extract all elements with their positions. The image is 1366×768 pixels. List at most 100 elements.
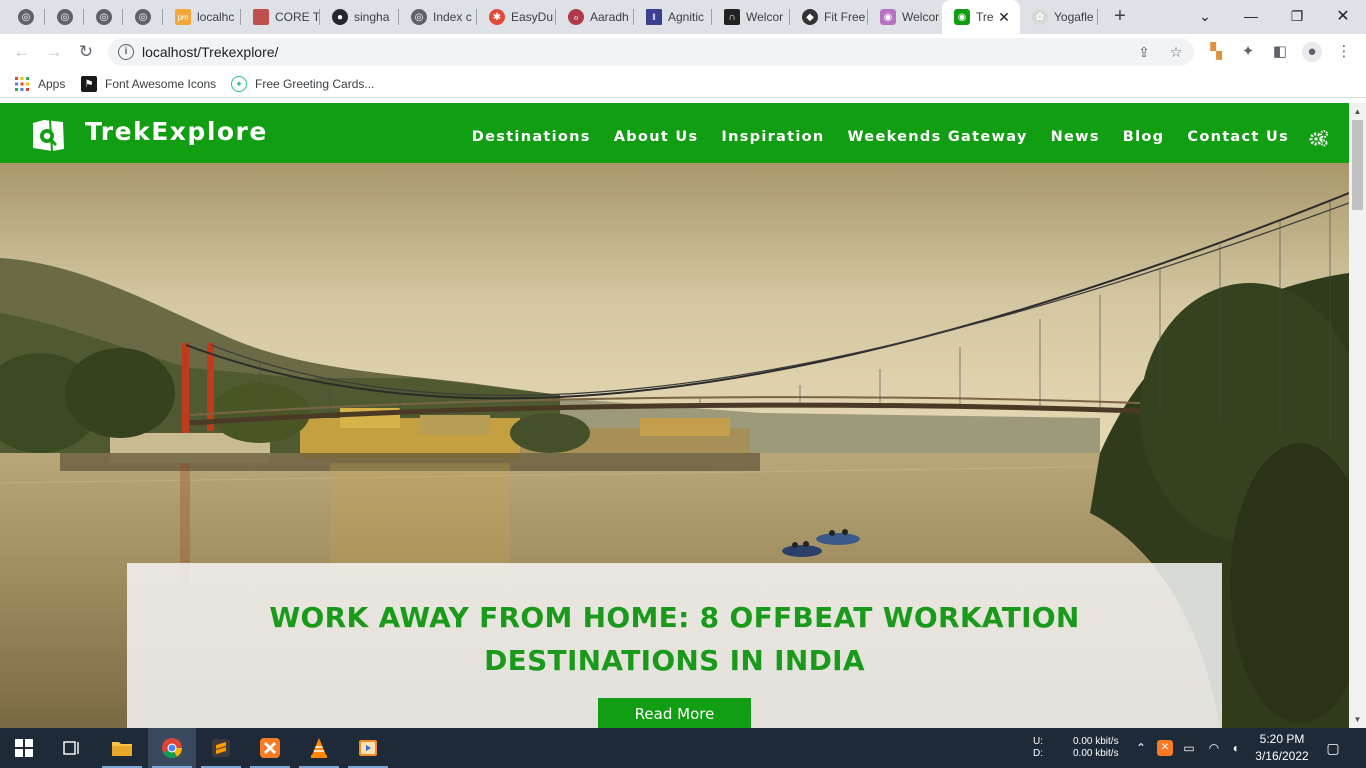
forward-arrow-icon[interactable]: →: [40, 38, 68, 66]
browser-tab[interactable]: CORE T: [241, 0, 320, 34]
wifi-icon[interactable]: ◠: [1205, 740, 1223, 756]
extension-icon[interactable]: ▚: [1206, 42, 1226, 62]
browser-tab[interactable]: ◎: [45, 0, 84, 34]
hero-banner: WORK AWAY FROM HOME: 8 OFFBEAT WORKATION…: [0, 163, 1349, 728]
extensions-puzzle-icon[interactable]: ✦: [1238, 42, 1258, 62]
menu-kebab-icon[interactable]: ⋮: [1334, 42, 1354, 62]
bookmark-apps[interactable]: Apps: [14, 75, 65, 93]
media-player-icon: [359, 740, 377, 756]
profile-avatar-icon[interactable]: ●: [1302, 42, 1322, 62]
tab-search-chevron-icon[interactable]: ⌄: [1182, 0, 1228, 32]
browser-tab[interactable]: pm localhc: [163, 0, 241, 34]
bookmark-star-icon[interactable]: ☆: [1166, 42, 1186, 62]
agnitic-icon: ǁ: [646, 9, 662, 25]
system-clock[interactable]: 5:20 PM 3/16/2022: [1252, 731, 1312, 765]
aaradh-icon: ℴ: [568, 9, 584, 25]
back-arrow-icon[interactable]: ←: [8, 38, 36, 66]
nav-blog[interactable]: Blog: [1123, 129, 1165, 145]
browser-tab-strip: ◎ ◎ ◎ ◎ pm localhc CORE T ● singha ◎ Ind…: [0, 0, 1366, 34]
task-view-button[interactable]: [48, 728, 96, 768]
clock-time: 5:20 PM: [1259, 732, 1305, 746]
browser-tab[interactable]: ◎ Index c: [399, 0, 477, 34]
nav-inspiration[interactable]: Inspiration: [721, 129, 824, 145]
site-header: TrekExplore Destinations About Us Inspir…: [0, 103, 1349, 163]
restore-button[interactable]: ❐: [1274, 0, 1320, 32]
browser-tab[interactable]: ✿ Yogafle: [1020, 0, 1098, 34]
xampp-icon: [260, 738, 280, 758]
browser-tab[interactable]: ǁ Agnitic: [634, 0, 712, 34]
arch-icon: ∩: [724, 9, 740, 25]
xampp-button[interactable]: [246, 728, 294, 768]
clock-date: 3/16/2022: [1255, 749, 1309, 763]
file-explorer-button[interactable]: [98, 728, 146, 768]
media-player-button[interactable]: [344, 728, 392, 768]
page-scrollbar[interactable]: ▲ ▼: [1349, 103, 1366, 728]
nav-news[interactable]: News: [1051, 129, 1100, 145]
scroll-up-arrow-icon[interactable]: ▲: [1349, 103, 1366, 120]
browser-tab[interactable]: ● singha: [320, 0, 399, 34]
nav-weekends-gateway[interactable]: Weekends Gateway: [848, 129, 1028, 145]
nav-about-us[interactable]: About Us: [614, 129, 699, 145]
reload-icon[interactable]: ↻: [72, 38, 100, 66]
core-icon: [253, 9, 269, 25]
settings-gears-icon[interactable]: [1309, 129, 1329, 147]
bookmark-font-awesome[interactable]: ⚑ Font Awesome Icons: [81, 75, 216, 93]
main-nav: Destinations About Us Inspiration Weeken…: [449, 129, 1289, 145]
yoga-icon: ✿: [1032, 9, 1048, 25]
browser-tab[interactable]: ℴ Aaradh: [556, 0, 634, 34]
net-speed-values: 0.00 kbit/s 0.00 kbit/s: [1073, 736, 1119, 760]
browser-tab[interactable]: ✱ EasyDu: [477, 0, 556, 34]
sublime-icon: [212, 739, 230, 757]
browser-tab[interactable]: ◎: [6, 0, 45, 34]
windows-logo-icon: [15, 739, 33, 757]
read-more-button[interactable]: Read More: [598, 698, 751, 728]
greeting-icon: ✦: [231, 76, 247, 92]
bookmarks-bar: Apps ⚑ Font Awesome Icons ✦ Free Greetin…: [0, 70, 1366, 98]
globe-icon: ◎: [96, 9, 112, 25]
start-button[interactable]: [0, 728, 48, 768]
featured-article-card: WORK AWAY FROM HOME: 8 OFFBEAT WORKATION…: [127, 563, 1222, 728]
net-up-value: 0.00 kbit/s: [1073, 736, 1119, 747]
chrome-taskbar-button[interactable]: [148, 728, 196, 768]
close-tab-icon[interactable]: ✕: [996, 9, 1012, 25]
scroll-down-arrow-icon[interactable]: ▼: [1349, 711, 1366, 728]
vlc-cone-icon: [311, 738, 327, 758]
site-info-icon[interactable]: i: [118, 44, 134, 60]
browser-tab[interactable]: ◎: [123, 0, 163, 34]
trekexplore-logo-icon[interactable]: [30, 117, 66, 153]
address-bar[interactable]: i localhost/Trekexplore/ ⇪ ☆: [108, 38, 1194, 66]
nav-destinations[interactable]: Destinations: [472, 129, 591, 145]
folder-icon: [112, 742, 132, 756]
browser-tab-active[interactable]: ◉ Tre ✕: [942, 0, 1020, 34]
globe-icon: ◎: [57, 9, 73, 25]
github-icon: ●: [332, 9, 348, 25]
bookmark-greeting-cards[interactable]: ✦ Free Greeting Cards...: [231, 75, 374, 93]
globe-icon: ◎: [18, 9, 34, 25]
globe-icon: ◎: [135, 9, 151, 25]
net-speed-labels: U: D:: [1033, 736, 1043, 759]
battery-icon[interactable]: ▭: [1181, 740, 1197, 756]
xampp-tray-icon[interactable]: ✕: [1157, 740, 1173, 756]
brand-name[interactable]: TrekExplore: [85, 117, 268, 146]
volume-icon[interactable]: ◖: [1227, 740, 1243, 756]
windows-taskbar: U: D: 0.00 kbit/s 0.00 kbit/s ⌃ ✕ ▭ ◠ ◖ …: [0, 728, 1366, 768]
new-tab-button[interactable]: +: [1108, 5, 1132, 29]
featured-article-title[interactable]: WORK AWAY FROM HOME: 8 OFFBEAT WORKATION…: [127, 596, 1222, 682]
browser-tab[interactable]: ◉ Welcor: [868, 0, 942, 34]
easydu-icon: ✱: [489, 9, 505, 25]
browser-tab[interactable]: ∩ Welcor: [712, 0, 790, 34]
close-window-button[interactable]: ✕: [1320, 0, 1366, 32]
side-panel-icon[interactable]: ◧: [1270, 42, 1290, 62]
url-text[interactable]: localhost/Trekexplore/: [142, 38, 278, 66]
share-icon[interactable]: ⇪: [1134, 42, 1154, 62]
browser-tab[interactable]: ◎: [84, 0, 123, 34]
notifications-icon[interactable]: ▢: [1324, 740, 1342, 756]
nav-contact-us[interactable]: Contact Us: [1187, 129, 1289, 145]
show-hidden-icons-chevron-icon[interactable]: ⌃: [1133, 740, 1149, 756]
vlc-button[interactable]: [295, 728, 343, 768]
browser-tab[interactable]: ◆ Fit Free: [790, 0, 868, 34]
chrome-icon: [162, 738, 183, 759]
sublime-text-button[interactable]: [197, 728, 245, 768]
scroll-thumb[interactable]: [1352, 120, 1363, 210]
minimize-button[interactable]: —: [1228, 0, 1274, 32]
